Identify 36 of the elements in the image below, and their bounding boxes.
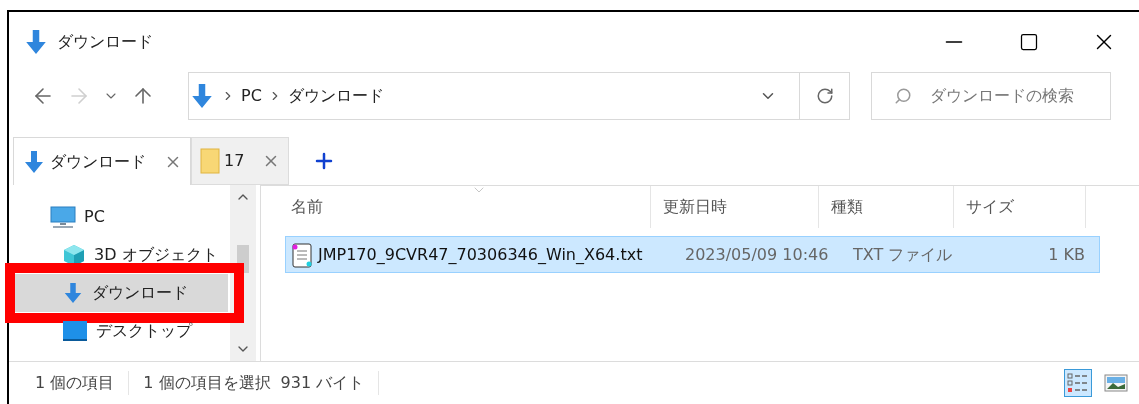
column-header[interactable]: 更新日時 [651, 186, 819, 228]
window-title: ダウンロード [57, 31, 153, 53]
download-arrow-icon [62, 282, 84, 304]
table-cell-text: 2023/05/09 10:46 [684, 243, 830, 266]
maximize-icon[interactable] [1019, 32, 1039, 52]
table-cell-text: TXT ファイル [852, 243, 954, 266]
refresh-icon [815, 87, 834, 105]
download-arrow-icon [22, 149, 46, 174]
breadcrumb[interactable]: ダウンロード [287, 84, 384, 108]
monitor-icon [50, 205, 76, 229]
address-bar[interactable]: PC ダウンロード [188, 72, 850, 120]
search-icon [894, 87, 912, 105]
file-row[interactable]: JMP170_9CVR47_70306346_Win_X64.txt 2023/05/09 10:46 TXT ファイル 1 KB [285, 236, 1100, 273]
tab[interactable]: ダウンロード [13, 137, 191, 185]
sidebar-item[interactable]: デスクトップ [12, 312, 228, 350]
column-header[interactable]: 種類 [819, 186, 954, 228]
column-header[interactable]: サイズ [954, 186, 1086, 228]
folder-icon [200, 148, 220, 174]
status-text: 1 個の項目を選択 [143, 372, 271, 394]
search-box[interactable]: ダウンロードの検索 [871, 72, 1111, 120]
text-file-icon [292, 241, 312, 268]
sidebar-item[interactable]: PC [12, 198, 228, 236]
tab[interactable]: 17 [191, 137, 290, 185]
status-text: 931 バイト [280, 371, 380, 395]
search-field[interactable]: ダウンロードの検索 [930, 84, 1100, 108]
details-view-button[interactable] [1064, 369, 1092, 397]
status-text: 1 個の項目 [35, 371, 130, 395]
sidebar-item[interactable]: 3D オブジェクト [12, 236, 228, 274]
image-thumbnail-icon [1104, 374, 1128, 392]
breadcrumb[interactable]: PC [241, 84, 262, 108]
desktop-icon [62, 320, 88, 342]
column-header[interactable]: 名前 [261, 186, 651, 228]
table-cell-text: 1 KB [1047, 243, 1086, 266]
details-list-icon [1067, 373, 1089, 393]
sidebar-item[interactable]: ダウンロード [12, 274, 228, 312]
table-cell-text: JMP170_9CVR47_70306346_Win_X64.txt [316, 243, 644, 266]
